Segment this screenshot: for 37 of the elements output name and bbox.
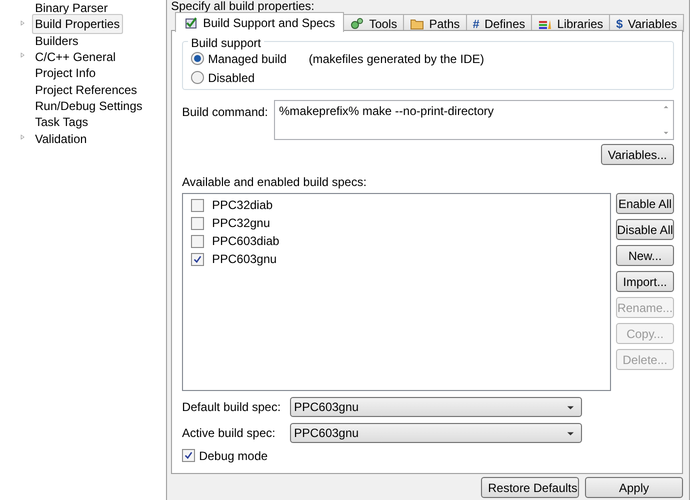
spec-button[interactable]: Disable All [616,219,674,240]
spec-item[interactable]: PPC32gnu [212,214,270,232]
checkbox[interactable] [190,252,204,266]
footer-button[interactable]: Apply [585,477,683,498]
tab[interactable]: Build Support and Specs [174,12,344,32]
scroll-down-icon [662,129,670,137]
scroll-up-icon [662,103,670,111]
option-note: (makefiles generated by the IDE) [308,50,484,68]
tree-item[interactable]: Build Properties [32,14,123,34]
check-icon [182,450,194,461]
checkbox-label[interactable]: Debug mode [198,446,268,464]
field-label: Active build spec: [182,425,276,442]
active-spec-dropdown[interactable]: PPC603gnu [290,423,582,443]
checkbox[interactable] [190,216,204,230]
spec-item[interactable]: PPC603diab [212,232,280,250]
command-field[interactable]: %makeprefix% make --no-print-directory [274,100,674,140]
checklist-icon [184,16,198,30]
field-label: Default build spec: [182,399,282,416]
spec-item[interactable]: PPC603gnu [212,250,277,268]
page-description: Specify all build properties: [170,0,316,12]
section-label: Available and enabled build specs: [182,174,368,191]
default-spec-dropdown[interactable]: PPC603gnu [290,397,582,417]
variables-button[interactable]: Variables... [600,144,674,165]
radio-label[interactable]: Managed build [208,50,287,68]
checkbox[interactable] [190,198,204,212]
spec-button[interactable]: New... [616,245,674,266]
check-icon [192,254,203,264]
radio-button[interactable] [190,52,204,65]
radio-button[interactable] [190,71,204,84]
footer-button[interactable]: Restore Defaults [481,477,579,498]
spec-item[interactable]: PPC32diab [212,196,273,214]
radio-label[interactable]: Disabled [208,68,255,86]
spec-button[interactable]: Import... [616,271,674,292]
checkbox[interactable] [182,449,195,462]
field-label: Build command: [182,104,268,121]
spec-button[interactable]: Enable All [616,193,674,214]
checkbox[interactable] [190,234,204,248]
